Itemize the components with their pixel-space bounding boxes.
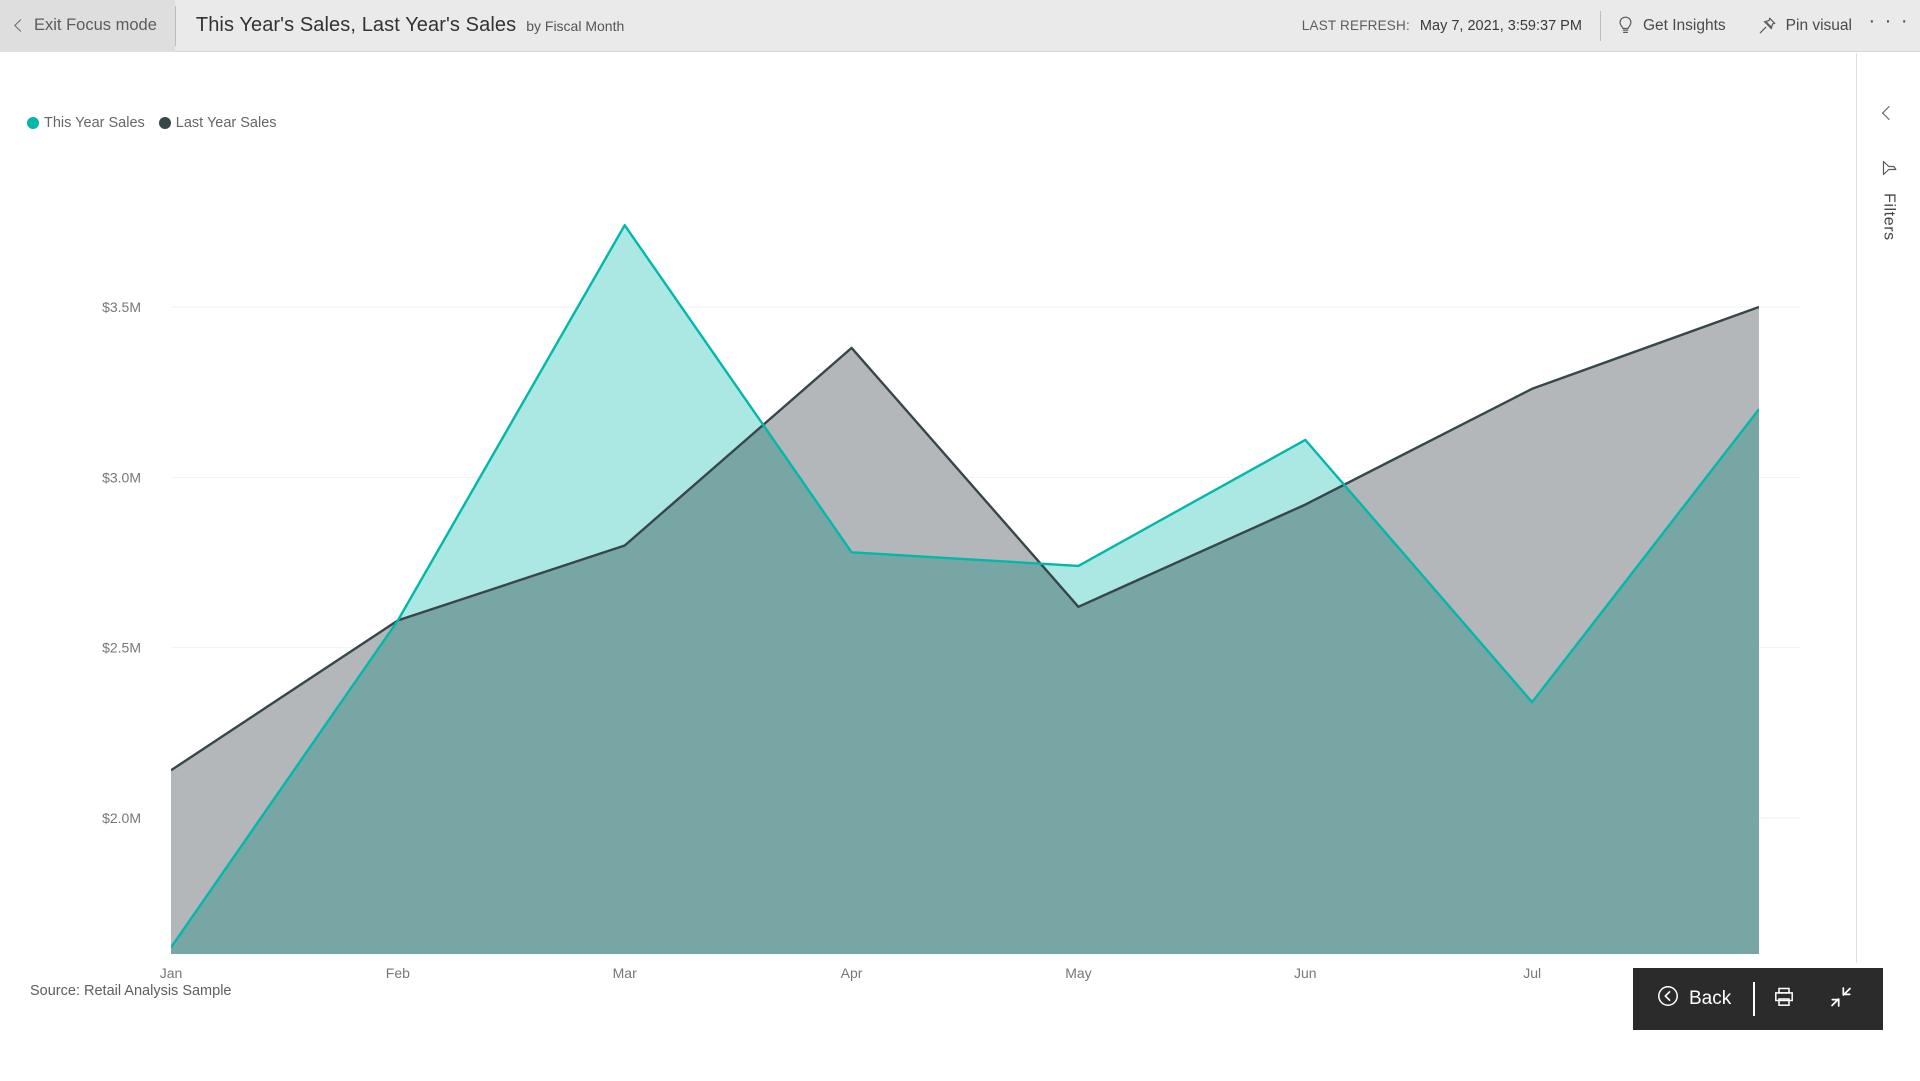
x-axis-tick-label: Jun (1294, 965, 1317, 981)
exit-fullscreen-button[interactable] (1812, 968, 1869, 1030)
pin-icon (1758, 16, 1777, 35)
page-subtitle: by Fiscal Month (526, 17, 625, 34)
back-button-label: Back (1689, 988, 1732, 1009)
last-refresh-group: LAST REFRESH: May 7, 2021, 3:59:37 PM (1302, 18, 1600, 34)
last-refresh-value: May 7, 2021, 3:59:37 PM (1419, 17, 1582, 34)
get-insights-label: Get Insights (1642, 16, 1726, 34)
ellipsis-icon: · · · (1868, 10, 1910, 32)
circle-arrow-left-icon (1657, 985, 1679, 1013)
source-note: Source: Retail Analysis Sample (30, 983, 232, 999)
y-axis-tick-label: $2.5M (102, 640, 141, 656)
header-right-group: LAST REFRESH: May 7, 2021, 3:59:37 PM Ge… (1302, 0, 1920, 52)
y-axis-tick-label: $3.5M (102, 299, 141, 315)
y-axis-tick-labels: $2.0M $2.5M $3.0M $3.5M (102, 299, 141, 826)
last-refresh-label: LAST REFRESH: (1301, 17, 1410, 33)
y-axis-tick-label: $2.0M (102, 810, 141, 826)
chart-plot-areas (171, 224, 1759, 954)
chart-svg-root: $2.0M $2.5M $3.0M $3.5M Jan Feb Mar Apr May Jun J… (102, 224, 1801, 981)
filters-pane-collapsed: Filters (1856, 53, 1920, 963)
pin-visual-label: Pin visual (1785, 16, 1852, 34)
printer-icon (1772, 985, 1796, 1014)
get-insights-button[interactable]: Get Insights (1601, 0, 1742, 52)
visual-canvas: This Year Sales Last Year Sales $2.0M $2.… (0, 53, 1856, 1081)
filter-funnel-icon[interactable] (1879, 158, 1899, 183)
x-axis-tick-label: Jan (160, 965, 183, 981)
y-axis-tick-label: $3.0M (102, 469, 141, 485)
exit-focus-mode-button[interactable]: Exit Focus mode (0, 0, 175, 52)
x-axis-tick-label: Feb (386, 965, 410, 981)
area-chart[interactable]: $2.0M $2.5M $3.0M $3.5M Jan Feb Mar Apr May Jun J… (0, 53, 1856, 1013)
x-axis-tick-label: Apr (841, 965, 863, 981)
collapse-arrows-icon (1828, 984, 1854, 1015)
exit-focus-mode-label: Exit Focus mode (34, 16, 157, 34)
pin-visual-button[interactable]: Pin visual (1742, 0, 1868, 52)
x-axis-tick-label: Mar (613, 965, 637, 981)
filters-expand-button[interactable] (1874, 98, 1904, 128)
chevron-left-icon (14, 19, 27, 32)
focus-mode-toolbar: Back (1633, 968, 1883, 1030)
header-left-group: Exit Focus mode This Year's Sales, Last … (0, 0, 624, 52)
more-options-button[interactable]: · · · (1868, 0, 1910, 52)
visual-header-bar: Exit Focus mode This Year's Sales, Last … (0, 0, 1920, 52)
page-title: This Year's Sales, Last Year's Sales (195, 14, 517, 36)
back-button[interactable]: Back (1633, 968, 1753, 1030)
x-axis-tick-label: May (1065, 965, 1091, 981)
print-button[interactable] (1755, 968, 1812, 1030)
chevron-left-icon (1881, 105, 1896, 121)
x-axis-tick-label: Jul (1523, 965, 1541, 981)
power-bi-focus-mode-page: Exit Focus mode This Year's Sales, Last … (0, 0, 1920, 1081)
lightbulb-icon (1617, 16, 1634, 35)
x-axis-tick-labels: JanFebMarAprMayJunJulAug (160, 965, 1772, 981)
filters-pane-title: Filters (1880, 193, 1898, 241)
